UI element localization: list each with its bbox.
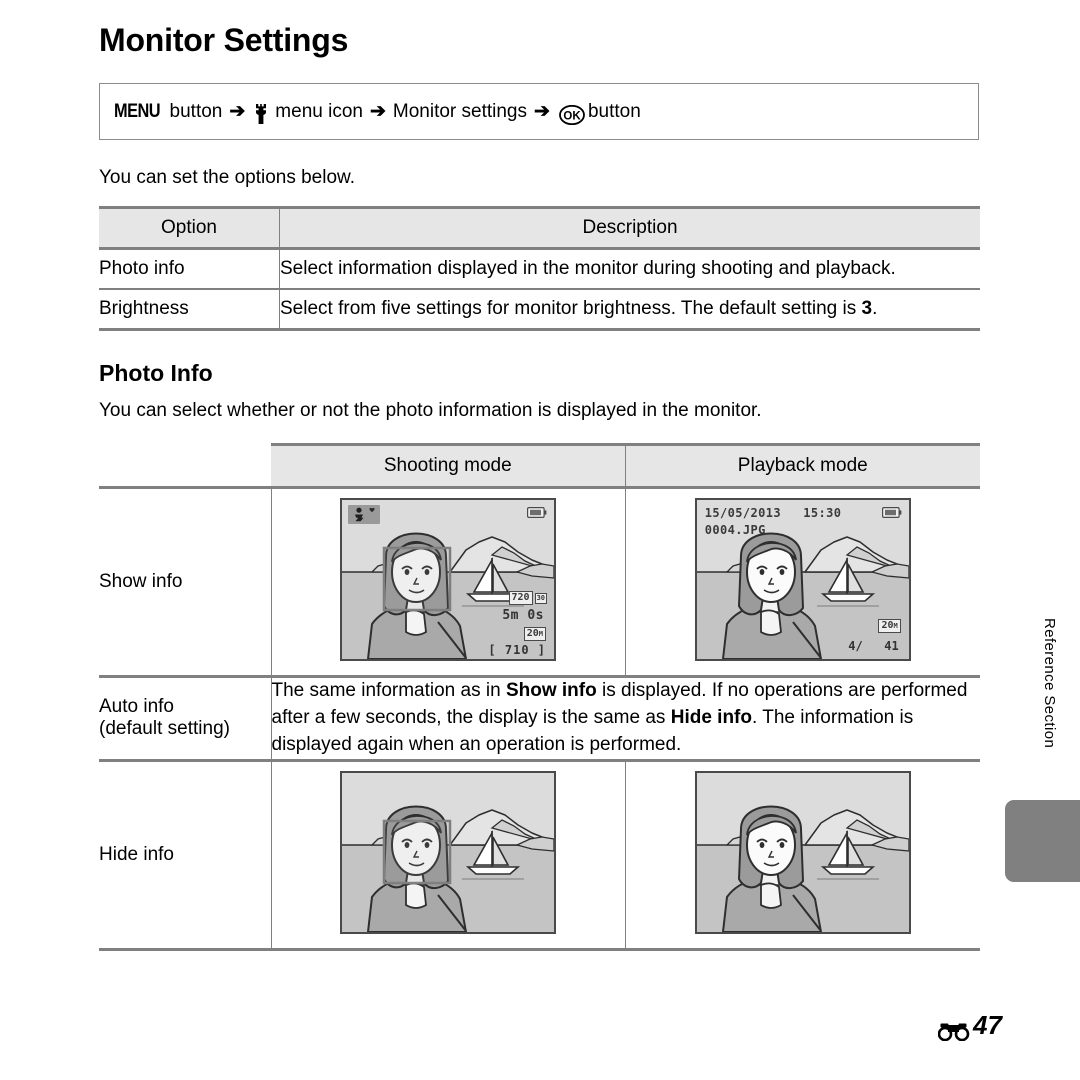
side-tab-label: Reference Section	[1041, 618, 1058, 749]
page-number: 47	[937, 1010, 1002, 1041]
photo-info-header-row: Shooting mode Playback mode	[99, 443, 980, 489]
reference-section-glyph-icon	[937, 1017, 972, 1041]
brightness-default-value: 3	[861, 298, 873, 319]
camera-screen-playback-show-info: 15/05/2013 15:30 0004.JPG 20 M 4/ 41	[694, 498, 911, 661]
wrench-icon	[253, 103, 269, 124]
option-photo-info-description: Select information displayed in the moni…	[279, 248, 980, 290]
option-photo-info: Photo info	[99, 248, 280, 290]
cell-hide-info-playback	[625, 760, 980, 951]
cell-show-info-playback: 15/05/2013 15:30 0004.JPG 20 M 4/ 41	[625, 487, 980, 678]
row-label-hide-info: Hide info	[99, 760, 272, 951]
options-table: Option Description Photo info Select inf…	[99, 206, 980, 331]
svg-text:OK: OK	[563, 110, 581, 122]
scene-mode-badge	[348, 505, 380, 524]
manual-page: Monitor Settings MENU button ➔ menu icon…	[0, 0, 1080, 1080]
camera-screen-shooting-hide-info	[340, 770, 556, 934]
menu-item-monitor-settings: Monitor settings	[392, 100, 528, 122]
cell-show-info-shooting: 720 30 5m 0s 20 M [ 710 ]	[271, 487, 626, 678]
movie-size-indicator: 720 30	[508, 591, 547, 605]
arrow-right-icon-3: ➔	[534, 101, 550, 122]
auto-info-bold-show-info: Show info	[505, 680, 597, 701]
arrow-right-icon: ➔	[229, 101, 246, 122]
photo-info-header-blank	[99, 444, 271, 489]
option-brightness: Brightness	[99, 289, 280, 331]
af-frame	[382, 546, 452, 612]
setup-menu-icon-label: menu icon	[275, 100, 363, 122]
brightness-desc-pre: Select from five settings for monitor br…	[280, 298, 862, 319]
row-label-auto-info-sub: (default setting)	[99, 718, 230, 740]
menu-button-label: MENU	[114, 100, 161, 122]
table-row: Auto info (default setting) The same inf…	[99, 676, 980, 762]
side-tab-marker	[1005, 800, 1080, 882]
table-row: Photo info Select information displayed …	[99, 248, 980, 290]
playback-date: 15/05/2013	[704, 506, 781, 520]
options-header-option: Option	[99, 206, 280, 250]
intro-text: You can set the options below.	[99, 167, 355, 188]
playback-datetime: 15/05/2013 15:30	[705, 506, 842, 520]
record-time-indicator: 5m 0s	[502, 608, 544, 623]
row-label-auto-info: Auto info (default setting)	[99, 676, 272, 762]
photo-info-intro-text: You can select whether or not the photo …	[99, 400, 762, 421]
row-label-show-info: Show info	[99, 487, 272, 678]
image-size-value: 20	[526, 628, 539, 639]
playback-frame-current: 4/	[848, 639, 863, 653]
af-frame	[382, 819, 452, 885]
auto-info-bold-hide-info: Hide info	[670, 706, 752, 728]
playback-image-size-suffix: M	[893, 622, 898, 630]
image-size-indicator: 20 M	[523, 627, 546, 641]
cell-hide-info-shooting	[271, 760, 626, 951]
camera-screen-shooting-show-info: 720 30 5m 0s 20 M [ 710 ]	[340, 498, 556, 661]
menu-path-box: MENU button ➔ menu icon ➔ Monitor settin…	[99, 83, 979, 140]
page-number-value: 47	[973, 1010, 1002, 1040]
photo-info-header-shooting: Shooting mode	[271, 443, 626, 489]
row-label-auto-info-text: Auto info	[99, 696, 174, 718]
ok-button-word: button	[587, 100, 641, 122]
row-label-show-info-text: Show info	[99, 571, 183, 592]
table-row: Show info 720 30 5m 0s 20 M [710] 15/0…	[99, 487, 980, 678]
photo-info-table: Shooting mode Playback mode Show info 72…	[99, 443, 980, 951]
brightness-desc-post: .	[872, 298, 878, 319]
movie-size-value: 720	[508, 591, 533, 605]
playback-image-size-indicator: 20 M	[878, 619, 901, 633]
row-label-hide-info-text: Hide info	[99, 843, 174, 865]
page-title: Monitor Settings	[99, 22, 349, 58]
auto-info-text-1: The same information as in	[271, 680, 506, 701]
playback-image-size-value: 20	[881, 620, 894, 631]
battery-icon	[881, 507, 902, 518]
section-heading-photo-info: Photo Info	[99, 360, 213, 386]
frame-rate-value: 30	[534, 592, 547, 604]
options-table-header-row: Option Description	[99, 206, 980, 250]
image-size-suffix: M	[538, 630, 543, 638]
auto-info-description: The same information as in Show info is …	[271, 676, 980, 762]
option-brightness-description: Select from five settings for monitor br…	[279, 289, 980, 331]
photo-info-table-wrap: Shooting mode Playback mode Show info 72…	[99, 443, 980, 951]
table-row: Hide info	[99, 760, 980, 951]
playback-time: 15:30	[803, 506, 842, 520]
ok-button-icon: OK	[559, 104, 585, 126]
camera-screen-playback-hide-info	[694, 770, 911, 934]
menu-path: MENU button ➔ menu icon ➔ Monitor settin…	[100, 100, 641, 126]
table-row: Brightness Select from five settings for…	[99, 289, 980, 331]
photo-info-header-playback: Playback mode	[625, 443, 980, 489]
shots-remaining-indicator: [ 710 ]	[488, 643, 546, 657]
battery-icon	[527, 507, 547, 518]
options-header-description: Description	[279, 206, 980, 250]
playback-filename: 0004.JPG	[704, 523, 766, 537]
playback-frame-total: 41	[884, 639, 899, 653]
arrow-right-icon-2: ➔	[369, 101, 386, 122]
menu-button-word: button	[169, 100, 223, 122]
